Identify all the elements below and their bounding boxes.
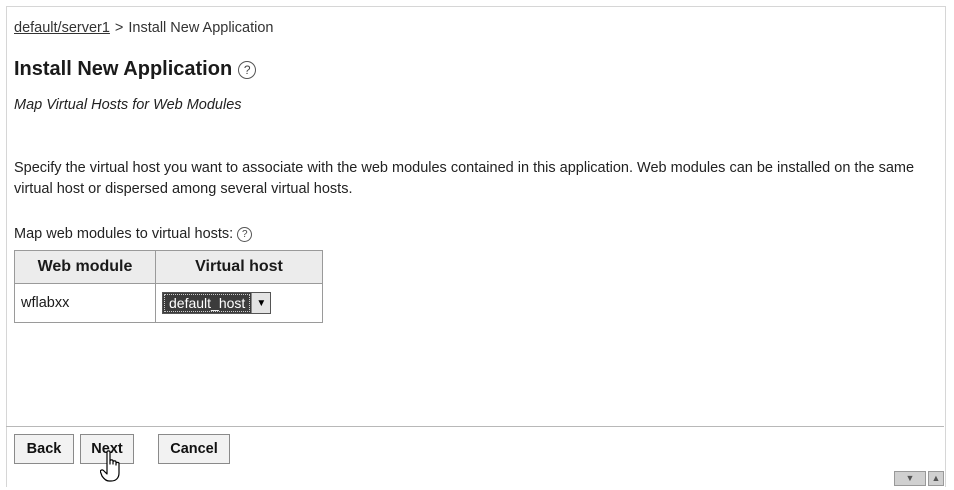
column-header-virtual-host: Virtual host xyxy=(155,250,323,284)
virtual-host-select[interactable]: default_host ▼ xyxy=(162,292,272,314)
breadcrumb-separator: > xyxy=(114,20,124,36)
page-title: Install New Application xyxy=(14,58,233,80)
table-header-row: Web module Virtual host xyxy=(14,250,323,284)
cancel-button[interactable]: Cancel xyxy=(158,434,230,464)
hand-pointer-icon xyxy=(100,450,120,482)
column-header-web-module: Web module xyxy=(14,250,156,284)
chevron-down-icon[interactable]: ▼ xyxy=(251,293,271,313)
footer-divider xyxy=(6,426,944,427)
virtual-host-select-value: default_host xyxy=(163,293,252,313)
virtual-host-table: Web module Virtual host wflabxx default_… xyxy=(14,250,323,323)
web-module-cell: wflabxx xyxy=(14,283,156,323)
virtual-host-cell: default_host ▼ xyxy=(155,283,323,323)
page-subtitle: Map Virtual Hosts for Web Modules xyxy=(14,97,242,113)
breadcrumb-link-server[interactable]: default/server1 xyxy=(14,20,110,36)
breadcrumb-current: Install New Application xyxy=(128,20,274,36)
help-icon[interactable]: ? xyxy=(237,226,253,242)
table-row: wflabxx default_host ▼ xyxy=(14,283,323,323)
back-button[interactable]: Back xyxy=(14,434,74,464)
scroll-down-button[interactable]: ▼ xyxy=(894,471,926,486)
page-title-block: Install New Application? xyxy=(14,58,257,81)
map-label: Map web modules to virtual hosts: xyxy=(14,226,234,242)
help-icon[interactable]: ? xyxy=(238,60,257,79)
breadcrumb: default/server1 > Install New Application xyxy=(14,20,273,36)
page-description: Specify the virtual host you want to ass… xyxy=(14,160,915,197)
scroll-up-button[interactable]: ▲ xyxy=(928,471,944,486)
map-label-block: Map web modules to virtual hosts:? xyxy=(14,226,253,242)
